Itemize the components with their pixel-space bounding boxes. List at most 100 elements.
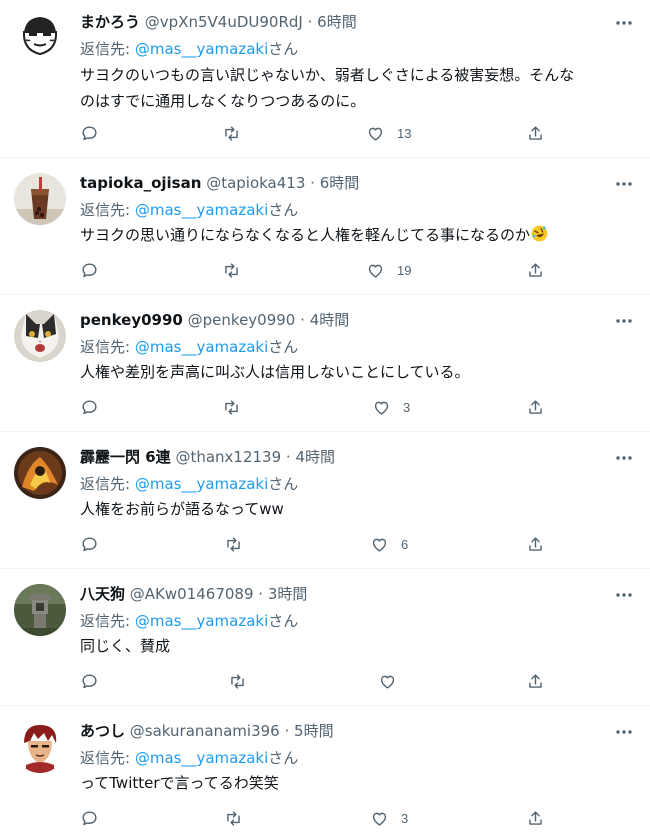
share-button[interactable]	[526, 123, 545, 143]
more-options-icon[interactable]	[614, 585, 634, 605]
share-icon	[529, 673, 542, 688]
user-handle[interactable]: @thanx12139	[175, 448, 281, 466]
heart-icon	[372, 538, 387, 552]
display-name[interactable]: あつし	[80, 722, 125, 740]
timestamp[interactable]: 4時間	[295, 448, 335, 466]
tweet[interactable]: あつし @sakurananami396 · 5時間 返信先: @mas__ya…	[0, 706, 650, 839]
reply-mention-link[interactable]: @mas__yamazaki	[135, 338, 268, 356]
tweet[interactable]: 八天狗 @AKw01467089 · 3時間 返信先: @mas__yamaza…	[0, 569, 650, 706]
tweet-text-line: 同じく、賛成	[80, 637, 171, 655]
user-handle[interactable]: @AKw01467089	[130, 585, 254, 603]
cartoon-face-avatar-image	[14, 10, 66, 62]
timestamp[interactable]: 3時間	[268, 585, 308, 603]
share-button[interactable]	[526, 260, 545, 280]
tapioka-drink-avatar-image	[14, 173, 66, 225]
like-button[interactable]: 19	[366, 260, 411, 280]
tweet[interactable]: tapioka_ojisan @tapioka413 · 6時間 返信先: @m…	[0, 158, 650, 295]
tweet-text: ってTwitterで言ってるわ笑笑	[80, 770, 628, 796]
reply-to-line: 返信先: @mas__yamazakiさん	[80, 336, 298, 358]
like-button[interactable]: 13	[366, 123, 411, 143]
display-name[interactable]: penkey0990	[80, 311, 183, 329]
tweet-text: サヨクの思い通りにならなくなると人権を軽んじてる事になるのか	[80, 222, 628, 248]
reply-mention-link[interactable]: @mas__yamazaki	[135, 475, 268, 493]
reply-button[interactable]	[80, 397, 99, 417]
like-button[interactable]: 3	[370, 808, 408, 828]
retweet-button[interactable]	[222, 260, 241, 280]
reply-prefix: 返信先:	[80, 749, 135, 767]
tweet[interactable]: penkey0990 @penkey0990 · 4時間 返信先: @mas__…	[0, 295, 650, 432]
display-name[interactable]: 八天狗	[80, 585, 125, 603]
retweet-button[interactable]	[228, 671, 247, 691]
share-button[interactable]	[526, 808, 545, 828]
reply-prefix: 返信先:	[80, 475, 135, 493]
display-name[interactable]: 霹靂一閃 6連	[80, 448, 171, 466]
like-button[interactable]: 3	[372, 397, 410, 417]
display-name[interactable]: まかろう	[80, 13, 140, 31]
avatar[interactable]	[14, 721, 66, 773]
reply-button[interactable]	[80, 123, 99, 143]
heart-icon	[372, 812, 387, 826]
avatar[interactable]	[14, 584, 66, 636]
reply-icon	[82, 262, 97, 277]
avatar[interactable]	[14, 10, 66, 62]
avatar[interactable]	[14, 447, 66, 499]
separator-dot: ·	[258, 585, 264, 603]
timestamp[interactable]: 4時間	[310, 311, 350, 329]
reply-mention-link[interactable]: @mas__yamazaki	[135, 749, 268, 767]
reply-icon	[82, 125, 97, 140]
retweet-button[interactable]	[222, 397, 241, 417]
flame-character-avatar-image	[14, 447, 66, 499]
reply-suffix: さん	[268, 338, 299, 356]
share-button[interactable]	[526, 397, 545, 417]
timestamp[interactable]: 6時間	[317, 13, 357, 31]
like-button[interactable]	[378, 671, 409, 691]
tweet-text: 同じく、賛成	[80, 633, 628, 659]
user-handle[interactable]: @vpXn5V4uDU90RdJ	[145, 13, 303, 31]
separator-dot: ·	[300, 311, 305, 329]
reply-suffix: さん	[268, 201, 299, 219]
reply-button[interactable]	[80, 671, 99, 691]
separator-dot: ·	[307, 13, 313, 31]
timestamp[interactable]: 5時間	[294, 722, 334, 740]
retweet-button[interactable]	[224, 534, 243, 554]
avatar[interactable]	[14, 173, 66, 225]
like-count: 19	[397, 262, 412, 278]
share-button[interactable]	[526, 534, 545, 554]
reply-mention-link[interactable]: @mas__yamazaki	[135, 612, 268, 630]
more-options-icon[interactable]	[614, 448, 634, 468]
more-options-icon[interactable]	[614, 311, 634, 331]
user-handle[interactable]: @tapioka413	[206, 174, 305, 192]
retweet-icon	[225, 262, 238, 278]
reply-prefix: 返信先:	[80, 201, 135, 219]
tweet-text-line: のはすでに通用しなくなりつつあるのに。	[80, 92, 366, 110]
share-icon	[529, 399, 542, 414]
tweet[interactable]: 霹靂一閃 6連 @thanx12139 · 4時間 返信先: @mas__yam…	[0, 432, 650, 569]
timestamp[interactable]: 6時間	[320, 174, 360, 192]
user-handle[interactable]: @sakurananami396	[130, 722, 280, 740]
heart-icon	[380, 675, 395, 689]
retweet-button[interactable]	[224, 808, 243, 828]
more-options-icon[interactable]	[614, 174, 634, 194]
reply-button[interactable]	[80, 808, 99, 828]
tweet-text-line: サヨクのいつもの言い訳じゃないか、弱者しぐさによる被害妄想。そんな	[80, 66, 575, 84]
user-handle[interactable]: @penkey0990	[188, 311, 296, 329]
like-count: 3	[403, 399, 411, 415]
reply-mention-link[interactable]: @mas__yamazaki	[135, 201, 268, 219]
display-name[interactable]: tapioka_ojisan	[80, 174, 201, 192]
retweet-button[interactable]	[222, 123, 241, 143]
tweet[interactable]: まかろう @vpXn5V4uDU90RdJ · 6時間 返信先: @mas__y…	[0, 0, 650, 158]
share-icon	[529, 125, 542, 140]
retweet-icon	[227, 536, 240, 552]
like-button[interactable]: 6	[370, 534, 408, 554]
reply-suffix: さん	[268, 612, 299, 630]
retweet-icon	[227, 810, 240, 826]
avatar[interactable]	[14, 310, 66, 362]
share-button[interactable]	[526, 671, 545, 691]
reply-button[interactable]	[80, 534, 99, 554]
reply-button[interactable]	[80, 260, 99, 280]
tweet-text-line: 人権をお前らが語るなってww	[80, 500, 284, 518]
more-options-icon[interactable]	[614, 722, 634, 742]
reply-to-line: 返信先: @mas__yamazakiさん	[80, 38, 298, 60]
more-options-icon[interactable]	[614, 13, 634, 33]
reply-mention-link[interactable]: @mas__yamazaki	[135, 40, 268, 58]
